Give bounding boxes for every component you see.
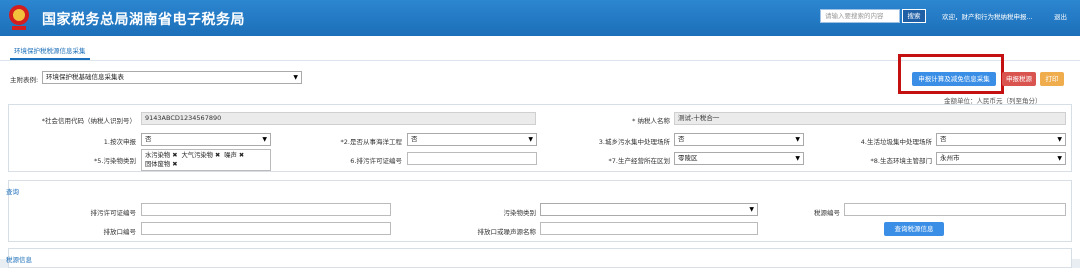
q7-select[interactable]: 零陵区 ▼ — [674, 152, 804, 165]
tag-noise[interactable]: 噪声 ✖ — [224, 152, 244, 159]
outlet-no-label: 排放口编号 — [103, 228, 137, 236]
chevron-down-icon: ▼ — [795, 155, 800, 162]
q8-value: 永州市 — [940, 154, 960, 162]
tax-source-no-label: 税源编号 — [814, 209, 840, 217]
main-table-select[interactable]: 环境保护税基础信息采集表 ▼ — [42, 71, 302, 84]
print-button[interactable]: 打印 — [1040, 72, 1064, 86]
chevron-down-icon: ▼ — [749, 206, 754, 213]
declare-source-button[interactable]: 申报税源 — [1002, 72, 1036, 86]
tax-source-list-title: 税源信息 — [6, 256, 32, 264]
main-table-value: 环境保护税基础信息采集表 — [46, 73, 124, 81]
q1-value: 否 — [145, 135, 152, 143]
q7-value: 零陵区 — [678, 154, 698, 162]
tax-source-list-section — [8, 248, 1072, 268]
search-input[interactable]: 请输入要搜索的内容 — [820, 9, 900, 23]
q7-label: *7.生产经营所在区划 — [608, 157, 670, 165]
outlet-no-input[interactable] — [141, 222, 391, 235]
pollutant-type-select[interactable]: ▼ — [540, 203, 758, 216]
credit-code-field[interactable]: 9143ABCD1234567890 — [141, 112, 536, 125]
main-content: 环境保护税税源信息采集 主附表例: 环境保护税基础信息采集表 ▼ 申报计算及减免… — [0, 36, 1080, 268]
chevron-down-icon: ▼ — [262, 136, 267, 143]
q4-label: 4.生活垃圾集中处理场所 — [860, 138, 932, 146]
logout-link[interactable]: 退出 — [1054, 11, 1067, 21]
site-title: 国家税务总局湖南省电子税务局 — [42, 12, 245, 28]
tax-source-no-input[interactable] — [844, 203, 1066, 216]
taxpayer-name-field[interactable]: 测试-十税合一 — [674, 112, 1066, 125]
q2-value: 否 — [411, 135, 418, 143]
q2-select[interactable]: 否 ▼ — [407, 133, 537, 146]
q3-label: 3.城乡污水集中处理场所 — [598, 138, 670, 146]
main-table-label: 主附表例: — [10, 76, 39, 84]
pollutant-multiselect[interactable]: 水污染物 ✖ 大气污染物 ✖ 噪声 ✖ 固体废物 ✖ — [141, 149, 271, 171]
q5-label: *5.污染物类别 — [94, 157, 136, 165]
credit-code-label: *社会信用代码（纳税人识别号） — [41, 117, 136, 125]
tag-air[interactable]: 大气污染物 ✖ — [181, 152, 220, 159]
tab-env-tax-source[interactable]: 环境保护税税源信息采集 — [10, 45, 90, 60]
chevron-down-icon: ▼ — [528, 136, 533, 143]
permit-no-label: 排污许可证编号 — [90, 209, 137, 217]
query-tax-source-button[interactable]: 查询税源信息 — [884, 222, 944, 236]
tag-water[interactable]: 水污染物 ✖ — [145, 152, 177, 159]
q4-select[interactable]: 否 ▼ — [936, 133, 1066, 146]
q6-label: 6.排污许可证编号 — [350, 157, 402, 165]
outlet-name-label: 排放口或噪声源名称 — [477, 228, 537, 236]
permit-number-input[interactable] — [407, 152, 537, 165]
taxpayer-name-label: * 纳税人名称 — [632, 117, 670, 125]
q3-select[interactable]: 否 ▼ — [674, 133, 804, 146]
chevron-down-icon: ▼ — [1057, 155, 1062, 162]
q4-value: 否 — [940, 135, 947, 143]
query-title: 查询 — [6, 188, 19, 196]
highlight-frame — [898, 54, 1004, 94]
search-button[interactable]: 搜索 — [902, 9, 926, 23]
q8-select[interactable]: 永州市 ▼ — [936, 152, 1066, 165]
tag-solid[interactable]: 固体废物 ✖ — [145, 161, 177, 168]
top-header: 国家税务总局湖南省电子税务局 请输入要搜索的内容 搜索 欢迎，财产和行为税纳税申… — [0, 0, 1080, 36]
pollutant-type-label: 污染物类别 — [503, 209, 537, 217]
q1-select[interactable]: 否 ▼ — [141, 133, 271, 146]
q2-label: *2.是否从事海洋工程 — [340, 138, 402, 146]
chevron-down-icon: ▼ — [293, 74, 298, 81]
tax-emblem-icon — [9, 5, 29, 30]
welcome-text[interactable]: 欢迎，财产和行为税纳税申报... — [942, 11, 1033, 21]
chevron-down-icon: ▼ — [1057, 136, 1062, 143]
q8-label: *8.生态环境主管部门 — [870, 157, 932, 165]
q3-value: 否 — [678, 135, 685, 143]
outlet-name-input[interactable] — [540, 222, 758, 235]
permit-no-query-input[interactable] — [141, 203, 391, 216]
q1-label: 1.按次申报 — [103, 138, 136, 146]
chevron-down-icon: ▼ — [795, 136, 800, 143]
